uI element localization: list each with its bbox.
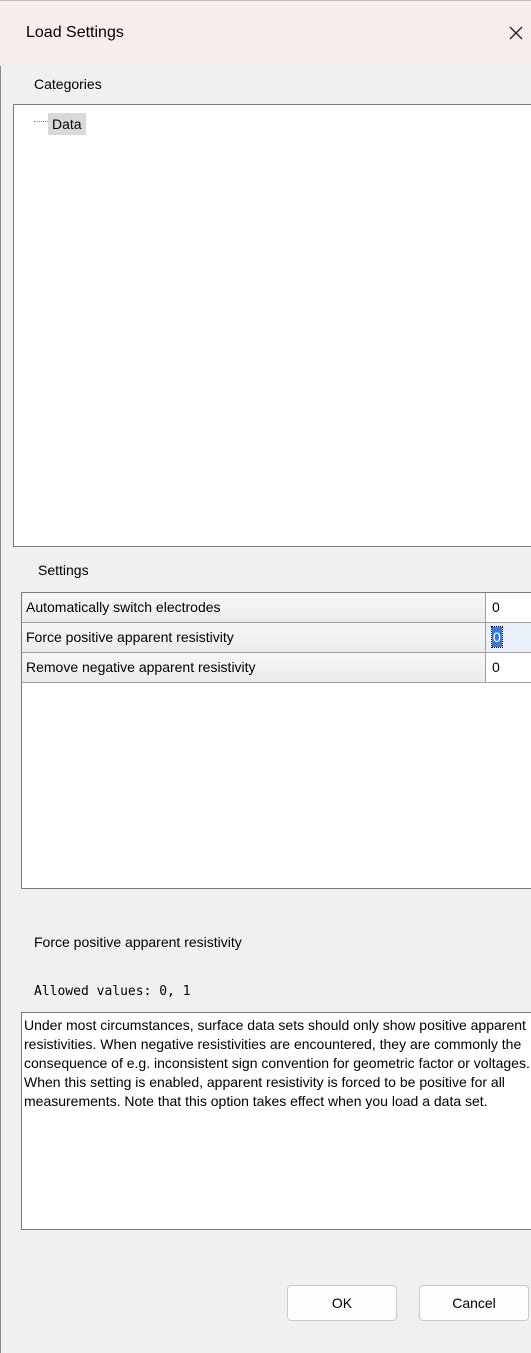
setting-value[interactable]: 0	[486, 593, 531, 622]
settings-row[interactable]: Remove negative apparent resistivity 0	[22, 653, 531, 683]
settings-label: Settings	[38, 562, 89, 578]
settings-row[interactable]: Force positive apparent resistivity 0	[22, 623, 531, 653]
settings-row[interactable]: Automatically switch electrodes 0	[22, 593, 531, 623]
close-icon	[509, 26, 523, 40]
description-title: Force positive apparent resistivity	[34, 934, 242, 950]
setting-value-selected[interactable]: 0	[486, 623, 531, 652]
close-button[interactable]	[496, 13, 531, 53]
load-settings-dialog: Load Settings Categories Data Settings A…	[0, 0, 531, 1353]
ok-button[interactable]: OK	[287, 1285, 397, 1321]
setting-name[interactable]: Automatically switch electrodes	[22, 593, 486, 622]
tree-item-data[interactable]: Data	[48, 113, 86, 135]
description-textbox[interactable]: Under most circumstances, surface data s…	[21, 1012, 531, 1230]
cancel-button[interactable]: Cancel	[419, 1285, 529, 1321]
settings-grid: Automatically switch electrodes 0 Force …	[21, 592, 531, 889]
setting-value[interactable]: 0	[486, 653, 531, 682]
tree-connector	[34, 121, 48, 122]
window-left-border	[0, 66, 1, 1353]
setting-name[interactable]: Force positive apparent resistivity	[22, 623, 486, 652]
categories-tree[interactable]: Data	[13, 104, 531, 547]
setting-name[interactable]: Remove negative apparent resistivity	[22, 653, 486, 682]
categories-label: Categories	[34, 76, 102, 92]
title-bar: Load Settings	[0, 0, 531, 66]
allowed-values: Allowed values: 0, 1	[34, 984, 191, 999]
dialog-title: Load Settings	[26, 24, 124, 41]
